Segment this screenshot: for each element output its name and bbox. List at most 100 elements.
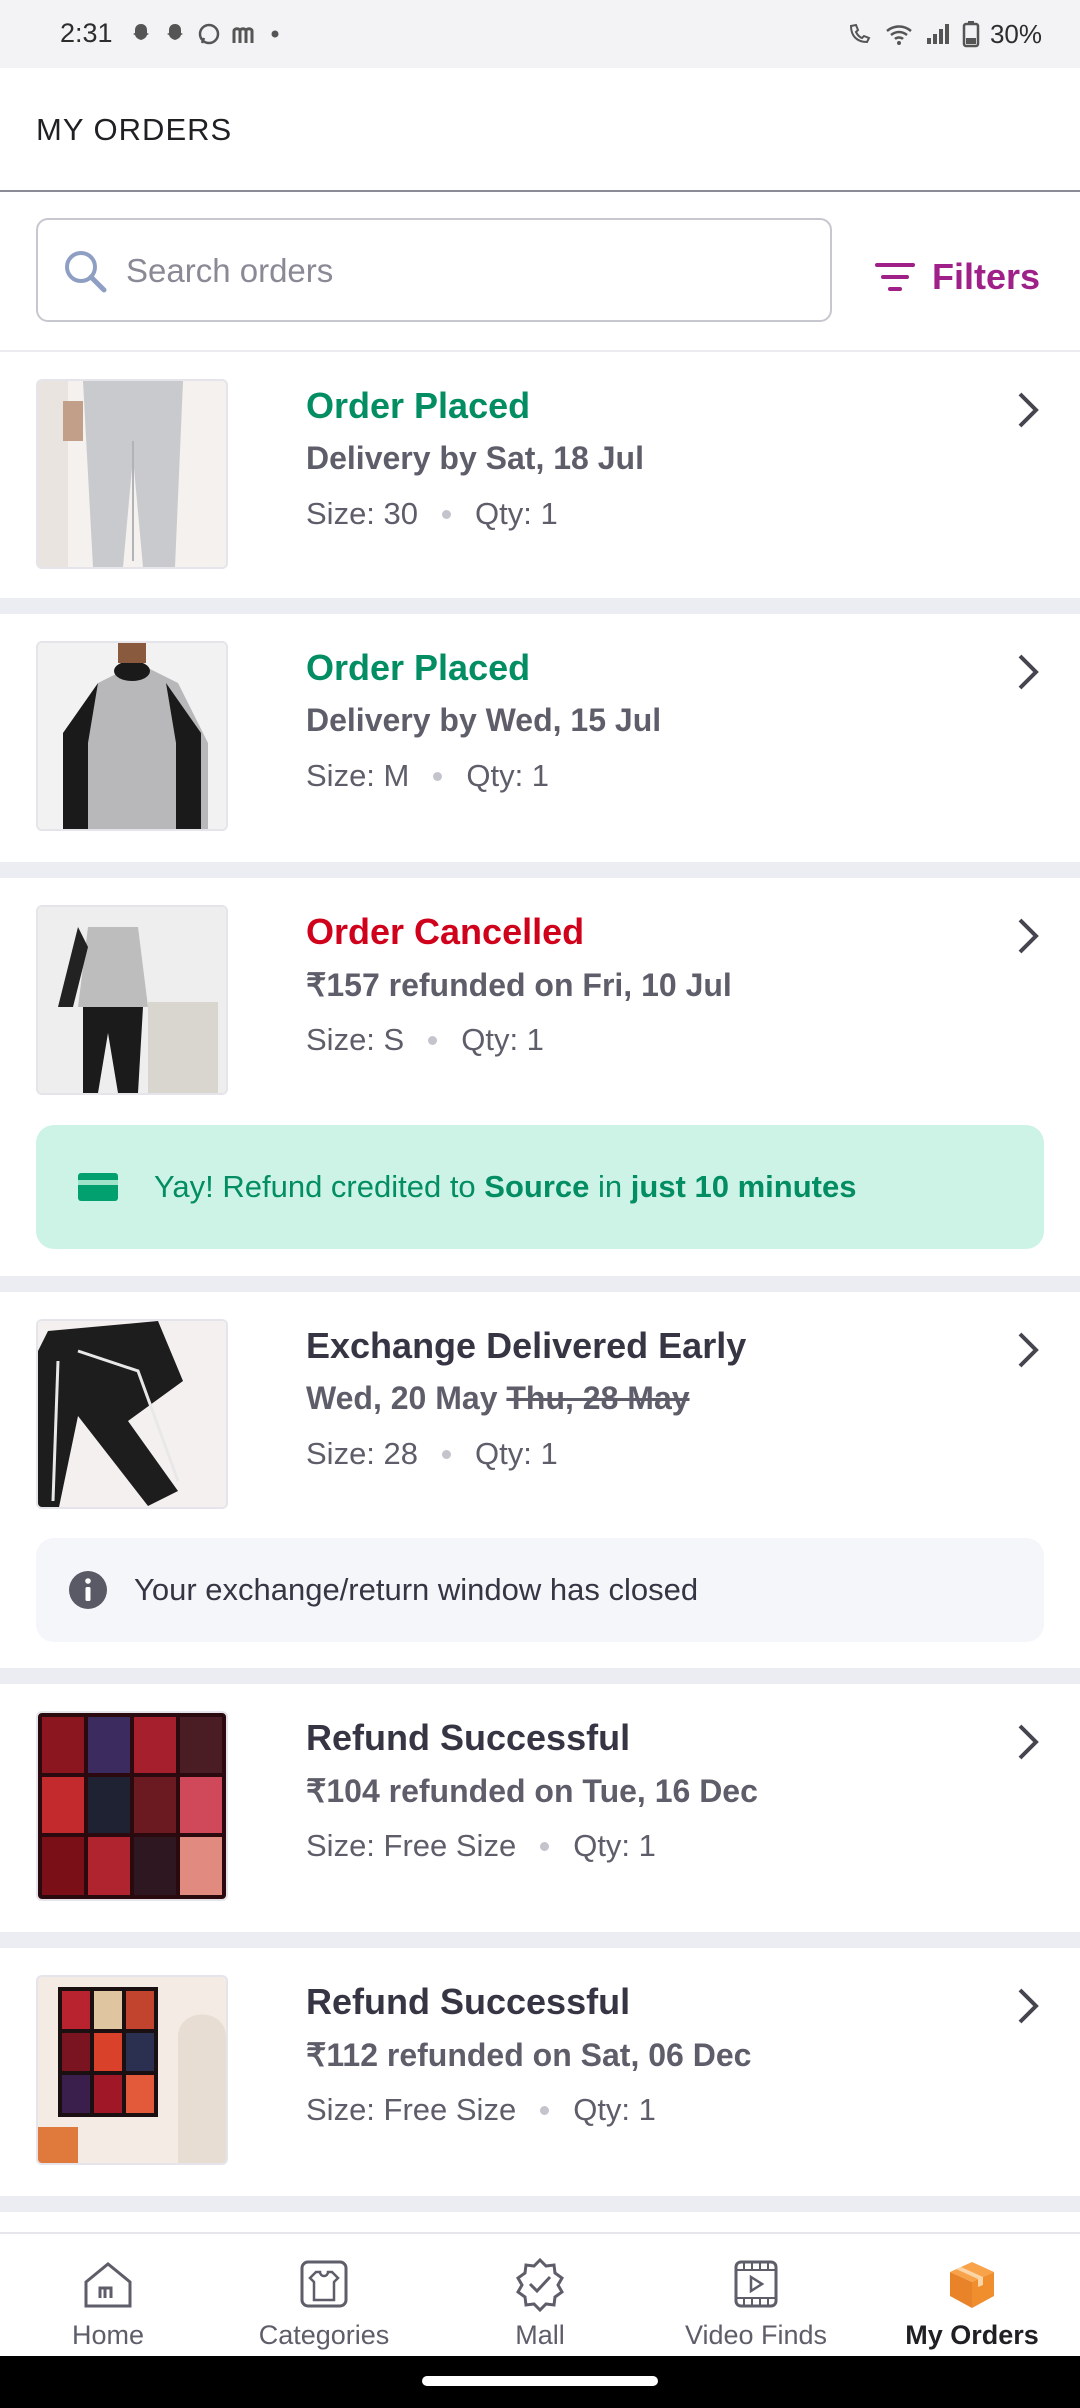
card-separator bbox=[0, 2196, 1080, 2212]
search-row: Search orders Filters bbox=[0, 192, 1080, 350]
nav-home[interactable]: Home bbox=[0, 2234, 216, 2358]
order-meta: Size: Free Size Qty: 1 bbox=[306, 2092, 656, 2128]
product-thumbnail bbox=[36, 1975, 228, 2165]
order-card[interactable]: Order Cancelled ₹157 refunded on Fri, 10… bbox=[0, 878, 1080, 1276]
filter-icon bbox=[875, 263, 915, 291]
search-icon bbox=[65, 251, 107, 293]
nav-label: Video Finds bbox=[684, 2320, 828, 2350]
refund-banner: Yay! Refund credited to Source in just 1… bbox=[36, 1125, 1044, 1249]
size-label: Size: 28 bbox=[306, 1436, 419, 1471]
home-icon bbox=[84, 2262, 132, 2308]
order-card[interactable]: Refund Successful ₹104 refunded on Tue, … bbox=[0, 1684, 1080, 1932]
order-meta: Size: 30 Qty: 1 bbox=[306, 496, 558, 532]
card-separator bbox=[0, 1668, 1080, 1684]
size-label: Size: M bbox=[306, 758, 410, 793]
nav-label: My Orders bbox=[905, 2320, 1039, 2350]
product-thumbnail bbox=[36, 641, 228, 831]
qty-label: Qty: 1 bbox=[466, 758, 550, 793]
battery-icon bbox=[962, 21, 980, 48]
system-status: 30% bbox=[846, 14, 1042, 54]
wifi-icon bbox=[886, 25, 912, 45]
delivery-date: Delivery by Wed, 15 Jul bbox=[306, 702, 662, 738]
order-meta: Size: Free Size Qty: 1 bbox=[306, 1828, 656, 1864]
page-title: MY ORDERS bbox=[36, 112, 233, 147]
card-separator bbox=[0, 598, 1080, 614]
battery-percent: 30% bbox=[989, 18, 1042, 49]
bottom-nav: Home Categories Mall Video Finds My Orde… bbox=[0, 2232, 1080, 2358]
product-thumbnail bbox=[36, 379, 228, 569]
order-status: Refund Successful bbox=[306, 1717, 631, 1758]
size-label: Size: Free Size bbox=[306, 1828, 517, 1863]
separator-dot bbox=[442, 509, 452, 519]
qty-label: Qty: 1 bbox=[573, 1828, 656, 1863]
qty-label: Qty: 1 bbox=[475, 1436, 558, 1471]
meesho-icon bbox=[232, 27, 254, 43]
size-label: Size: Free Size bbox=[306, 2092, 517, 2127]
expected-date: Thu, 28 May bbox=[506, 1380, 690, 1416]
card-separator bbox=[0, 862, 1080, 878]
refund-info: ₹104 refunded on Tue, 16 Dec bbox=[306, 1773, 758, 1809]
categories-icon bbox=[300, 2260, 348, 2308]
search-placeholder: Search orders bbox=[126, 252, 334, 289]
refund-info: ₹112 refunded on Sat, 06 Dec bbox=[306, 2037, 752, 2073]
refund-message: Yay! Refund credited to Source in just 1… bbox=[154, 1169, 857, 1204]
delivery-date: Delivery by Sat, 18 Jul bbox=[306, 440, 644, 476]
nav-label: Mall bbox=[515, 2320, 565, 2350]
filters-button[interactable]: Filters bbox=[874, 252, 1040, 302]
qty-label: Qty: 1 bbox=[573, 2092, 656, 2127]
chevron-right-icon bbox=[1018, 1988, 1039, 2024]
status-bar: 2:31 30% bbox=[0, 0, 1080, 68]
nav-mall[interactable]: Mall bbox=[432, 2234, 648, 2358]
wifi-calling-icon bbox=[849, 23, 871, 44]
product-thumbnail bbox=[36, 1319, 228, 1509]
info-icon bbox=[69, 1571, 107, 1609]
qty-label: Qty: 1 bbox=[461, 1022, 544, 1057]
nav-categories[interactable]: Categories bbox=[216, 2234, 432, 2358]
gesture-bar bbox=[0, 2356, 1080, 2408]
order-status: Refund Successful bbox=[306, 1981, 631, 2022]
qty-label: Qty: 1 bbox=[475, 496, 558, 531]
whatsapp-icon bbox=[198, 23, 220, 45]
chevron-right-icon bbox=[1018, 918, 1039, 954]
order-meta: Size: M Qty: 1 bbox=[306, 758, 549, 794]
order-card[interactable]: Exchange Delivered Early Wed, 20 May Thu… bbox=[0, 1292, 1080, 1668]
order-status: Order Placed bbox=[306, 647, 531, 688]
nav-my-orders[interactable]: My Orders bbox=[864, 2234, 1080, 2358]
info-banner: Your exchange/return window has closed bbox=[36, 1538, 1044, 1642]
info-message: Your exchange/return window has closed bbox=[134, 1572, 699, 1607]
dot-icon bbox=[271, 30, 279, 38]
order-card[interactable]: Order Placed Delivery by Wed, 15 Jul Siz… bbox=[0, 614, 1080, 862]
nav-video-finds[interactable]: Video Finds bbox=[648, 2234, 864, 2358]
separator-dot bbox=[433, 771, 443, 781]
separator-dot bbox=[428, 1035, 438, 1045]
order-status: Order Placed bbox=[306, 385, 531, 426]
filters-label: Filters bbox=[932, 256, 1041, 297]
chevron-right-icon bbox=[1018, 1724, 1039, 1760]
delivery-date: Wed, 20 May Thu, 28 May bbox=[306, 1380, 690, 1417]
video-icon bbox=[734, 2260, 778, 2308]
home-gesture-handle[interactable] bbox=[422, 2376, 658, 2386]
order-card[interactable]: Refund Successful ₹112 refunded on Sat, … bbox=[0, 1948, 1080, 2196]
card-icon bbox=[78, 1173, 118, 1201]
signal-icon bbox=[926, 24, 949, 44]
nav-label: Categories bbox=[258, 2320, 390, 2350]
order-status: Order Cancelled bbox=[306, 911, 585, 952]
order-status: Exchange Delivered Early bbox=[306, 1325, 747, 1366]
size-label: Size: S bbox=[306, 1022, 405, 1057]
product-thumbnail bbox=[36, 905, 228, 1095]
separator-dot bbox=[540, 1841, 550, 1851]
order-meta: Size: 28 Qty: 1 bbox=[306, 1436, 558, 1472]
card-separator bbox=[0, 1276, 1080, 1292]
nav-label: Home bbox=[71, 2320, 145, 2350]
mall-icon bbox=[516, 2257, 564, 2312]
chevron-right-icon bbox=[1018, 654, 1039, 690]
actual-date: Wed, 20 May bbox=[306, 1380, 498, 1416]
card-separator bbox=[0, 1932, 1080, 1948]
notification-icons bbox=[128, 14, 282, 54]
status-time: 2:31 bbox=[60, 18, 113, 48]
separator-dot bbox=[442, 1449, 452, 1459]
orders-box-icon bbox=[950, 2262, 994, 2308]
search-input[interactable]: Search orders bbox=[36, 218, 832, 322]
chevron-right-icon bbox=[1018, 1332, 1039, 1368]
order-card[interactable]: Order Placed Delivery by Sat, 18 Jul Siz… bbox=[0, 352, 1080, 598]
